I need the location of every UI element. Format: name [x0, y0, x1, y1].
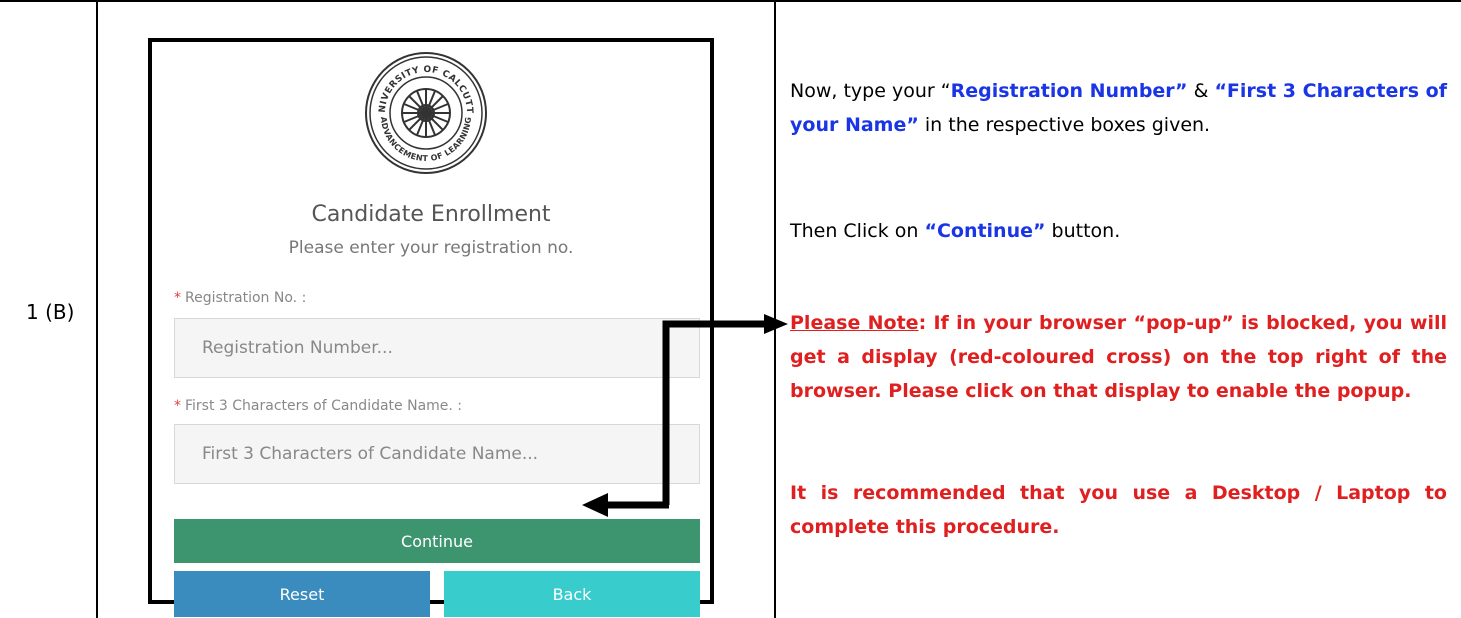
table-column-divider: [96, 0, 98, 618]
table-column-divider: [774, 0, 776, 618]
form-title: Candidate Enrollment: [311, 202, 551, 227]
reset-button[interactable]: Reset: [174, 571, 430, 617]
required-asterisk: *: [174, 290, 181, 306]
university-seal-icon: UNIVERSITY OF CALCUTTA ADVANCEMENT OF LE…: [363, 50, 487, 174]
instruction-text: Now, type your “: [790, 80, 951, 102]
candidate-name-label-text: First 3 Characters of Candidate Name. :: [185, 398, 463, 414]
candidate-name-input[interactable]: [174, 424, 700, 484]
registration-label-text: Registration No. :: [185, 290, 307, 306]
note-heading: Please Note: [790, 312, 919, 334]
back-button[interactable]: Back: [444, 571, 700, 617]
highlight-continue: “Continue”: [924, 220, 1046, 242]
form-subtitle: Please enter your registration no.: [288, 238, 574, 258]
continue-button[interactable]: Continue: [174, 519, 700, 563]
registration-label: * Registration No. :: [174, 290, 306, 306]
device-recommendation: It is recommended that you use a Desktop…: [790, 482, 1447, 538]
step-number: 1 (B): [26, 300, 75, 324]
table-top-border: [0, 0, 1461, 2]
candidate-name-label: * First 3 Characters of Candidate Name. :: [174, 398, 462, 414]
instruction-text: &: [1187, 80, 1215, 102]
highlight-registration-number: Registration Number”: [950, 80, 1188, 102]
instruction-text: in the respective boxes given.: [918, 114, 1211, 136]
instruction-click-continue: Then Click on “Continue” button.: [790, 214, 1447, 248]
registration-number-input[interactable]: [174, 318, 700, 378]
enrollment-form-screenshot: UNIVERSITY OF CALCUTTA ADVANCEMENT OF LE…: [148, 38, 714, 617]
instruction-enter-details: Now, type your “Registration Number” & “…: [790, 74, 1447, 142]
arrow-head-right-icon: [764, 314, 788, 334]
instruction-text: button.: [1045, 220, 1121, 242]
required-asterisk: *: [174, 398, 181, 414]
popup-note: Please Note: If in your browser “pop-up”…: [790, 306, 1447, 408]
instruction-text: Then Click on: [790, 220, 925, 242]
